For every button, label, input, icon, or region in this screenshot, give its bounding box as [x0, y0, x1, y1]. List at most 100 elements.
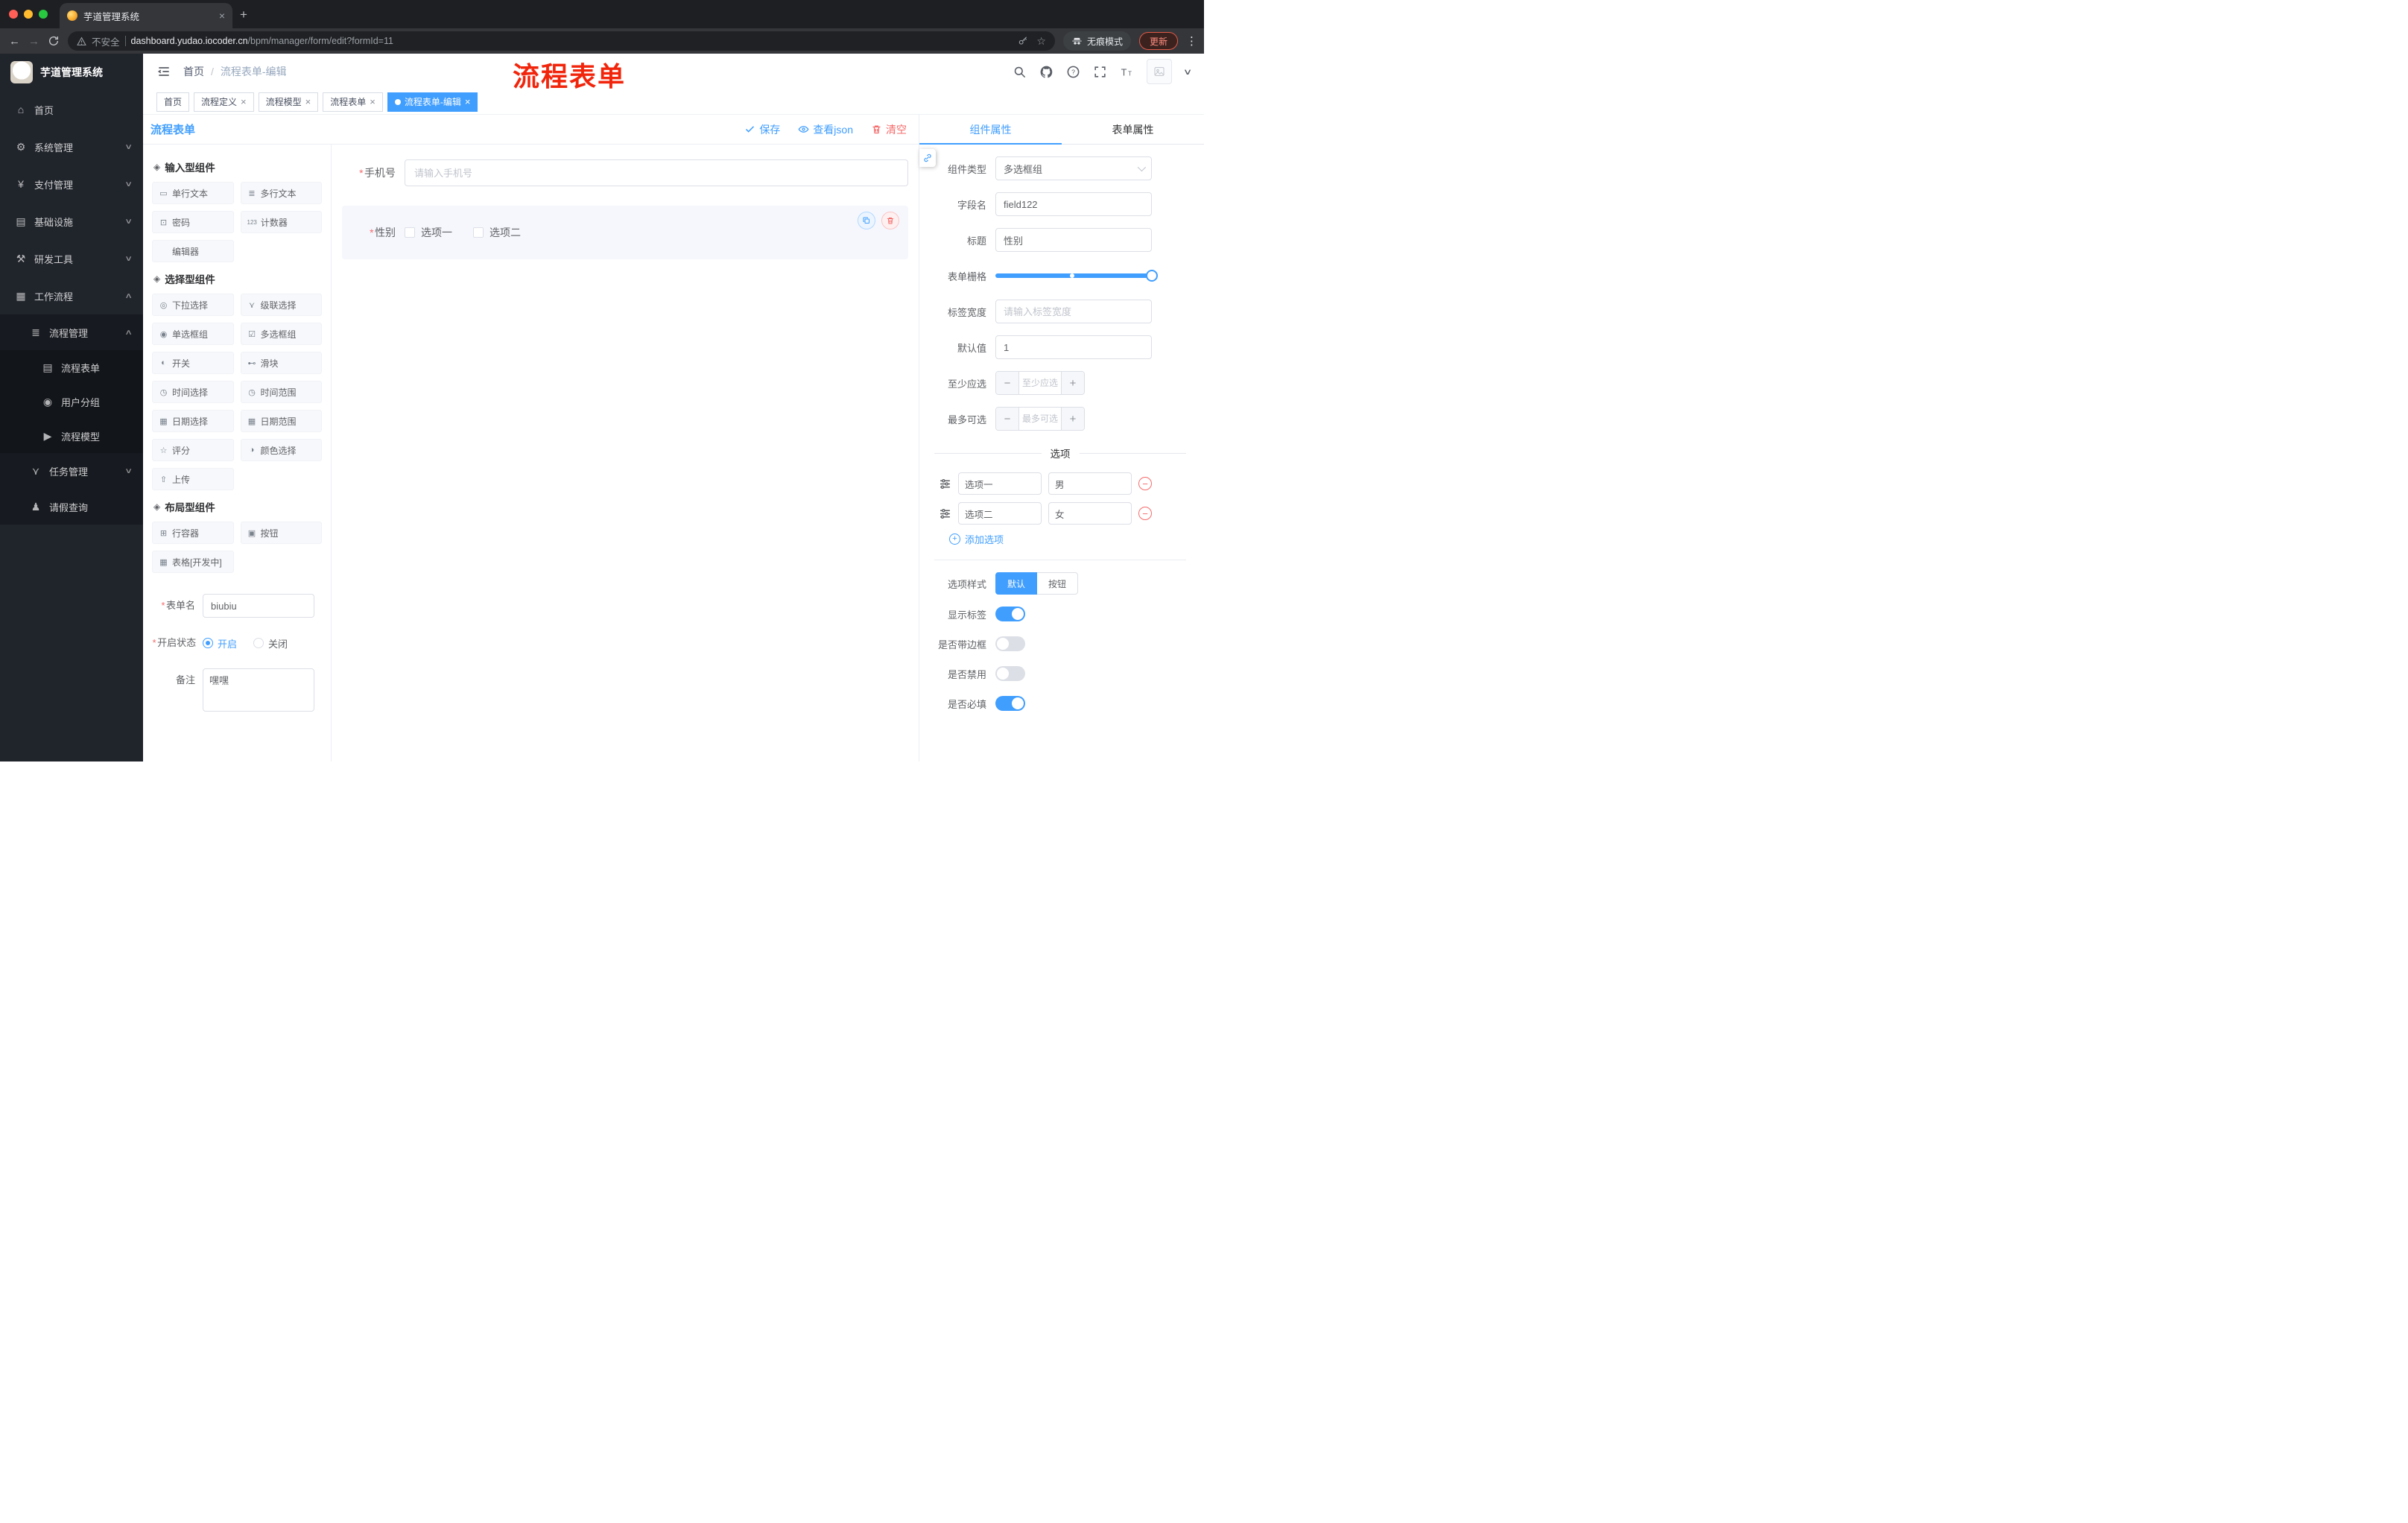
sidebar-item-process-form[interactable]: ▤ 流程表单: [0, 350, 143, 384]
fullscreen-icon[interactable]: [1093, 65, 1107, 79]
status-closed-radio[interactable]: 关闭: [253, 636, 288, 650]
field-link-icon[interactable]: [919, 149, 936, 167]
phone-input[interactable]: [405, 159, 908, 186]
close-icon[interactable]: ×: [241, 97, 247, 107]
clear-button[interactable]: 清空: [871, 122, 907, 137]
copy-field-button[interactable]: [858, 212, 875, 229]
palette-item-select[interactable]: ◎ 下拉选择: [152, 294, 234, 316]
sidebar-item-home[interactable]: ⌂ 首页: [0, 91, 143, 128]
view-json-button[interactable]: 查看json: [798, 122, 853, 137]
sidebar-item-system[interactable]: ⚙ 系统管理 ∨: [0, 128, 143, 165]
tab-close-icon[interactable]: ×: [219, 10, 225, 21]
palette-item-date-range[interactable]: ▦ 日期范围: [240, 410, 322, 432]
sidebar-item-user-group[interactable]: ◉ 用户分组: [0, 384, 143, 419]
window-zoom-button[interactable]: [39, 10, 48, 19]
remove-option-icon[interactable]: −: [1138, 477, 1152, 490]
increase-button[interactable]: +: [1062, 372, 1084, 394]
min-select-input[interactable]: [1018, 372, 1062, 394]
tab-home[interactable]: 首页: [156, 92, 190, 112]
palette-item-textarea[interactable]: ≣ 多行文本: [240, 182, 322, 204]
option-2-name-input[interactable]: [958, 502, 1042, 525]
reload-icon[interactable]: [48, 35, 60, 47]
sidebar-collapse-icon[interactable]: [156, 64, 171, 79]
tab-process-definition[interactable]: 流程定义 ×: [194, 92, 254, 112]
window-close-button[interactable]: [9, 10, 18, 19]
palette-item-checkbox-group[interactable]: ☑ 多选框组: [240, 323, 322, 345]
palette-item-row-container[interactable]: ⊞ 行容器: [152, 522, 234, 544]
sidebar-item-workflow[interactable]: ▦ 工作流程 ∧: [0, 277, 143, 314]
increase-button[interactable]: +: [1062, 408, 1084, 430]
palette-item-upload[interactable]: ⇧ 上传: [152, 468, 234, 490]
form-canvas[interactable]: * 手机号 请输入手机号 * 性别 选项一 选项二: [332, 145, 919, 762]
sidebar-item-leave-query[interactable]: ♟ 请假查询: [0, 489, 143, 525]
border-switch[interactable]: [995, 636, 1025, 651]
close-icon[interactable]: ×: [370, 97, 376, 107]
github-icon[interactable]: [1039, 65, 1054, 79]
delete-field-button[interactable]: [881, 212, 899, 229]
sidebar-item-process-model[interactable]: ▶ 流程模型: [0, 419, 143, 453]
drag-handle-icon[interactable]: [939, 507, 951, 520]
label-width-input[interactable]: [995, 300, 1152, 323]
browser-menu-icon[interactable]: ⋮: [1186, 34, 1197, 48]
password-key-icon[interactable]: [1018, 36, 1028, 46]
palette-item-counter[interactable]: 123 计数器: [240, 211, 322, 233]
palette-item-time[interactable]: ◷ 时间选择: [152, 381, 234, 403]
status-open-radio[interactable]: 开启: [203, 636, 237, 650]
title-input[interactable]: [995, 228, 1152, 252]
max-select-input[interactable]: [1018, 408, 1062, 430]
browser-tab[interactable]: 芋道管理系统 ×: [60, 3, 232, 28]
canvas-selected-field-gender[interactable]: * 性别 选项一 选项二: [342, 206, 908, 259]
option-2-value-input[interactable]: [1048, 502, 1132, 525]
sidebar-item-process-management[interactable]: ≣ 流程管理 ∧: [0, 314, 143, 350]
palette-item-text-input[interactable]: ▭ 单行文本: [152, 182, 234, 204]
forward-icon[interactable]: →: [28, 36, 39, 47]
tab-process-form-edit[interactable]: 流程表单-编辑 ×: [387, 92, 478, 112]
back-icon[interactable]: ←: [9, 36, 20, 47]
required-switch[interactable]: [995, 696, 1025, 711]
canvas-field-phone[interactable]: * 手机号: [342, 159, 908, 186]
decrease-button[interactable]: −: [996, 372, 1018, 394]
tab-component-props[interactable]: 组件属性: [919, 115, 1062, 145]
decrease-button[interactable]: −: [996, 408, 1018, 430]
remove-option-icon[interactable]: −: [1138, 507, 1152, 520]
avatar-caret-icon[interactable]: ∨: [1183, 67, 1193, 77]
palette-item-slider[interactable]: ⊷ 滑块: [240, 352, 322, 374]
tab-process-form[interactable]: 流程表单 ×: [323, 92, 383, 112]
sidebar-item-task-management[interactable]: ⋎ 任务管理 ∨: [0, 453, 143, 489]
palette-item-rate[interactable]: ☆ 评分: [152, 439, 234, 461]
palette-item-cascader[interactable]: ⋎ 级联选择: [240, 294, 322, 316]
breadcrumb-home[interactable]: 首页: [183, 64, 204, 79]
sidebar-item-payment[interactable]: ¥ 支付管理 ∨: [0, 165, 143, 203]
disabled-switch[interactable]: [995, 666, 1025, 681]
sidebar-item-infrastructure[interactable]: ▤ 基础设施 ∨: [0, 203, 143, 240]
sidebar-item-devtools[interactable]: ⚒ 研发工具 ∨: [0, 240, 143, 277]
option-1-value-input[interactable]: [1048, 472, 1132, 495]
palette-item-switch[interactable]: ◐ 开关: [152, 352, 234, 374]
palette-item-editor[interactable]: 编辑器: [152, 240, 234, 262]
gender-option-2-checkbox[interactable]: 选项二: [473, 225, 521, 240]
help-icon[interactable]: ?: [1066, 65, 1080, 79]
style-default-button[interactable]: 默认: [995, 572, 1038, 595]
palette-item-radio-group[interactable]: ◉ 单选框组: [152, 323, 234, 345]
component-type-select[interactable]: 多选框组: [995, 156, 1152, 180]
field-name-input[interactable]: [995, 192, 1152, 216]
form-grid-slider[interactable]: [995, 264, 1158, 288]
tab-process-model[interactable]: 流程模型 ×: [258, 92, 319, 112]
close-icon[interactable]: ×: [305, 97, 311, 107]
palette-item-button[interactable]: ▣ 按钮: [240, 522, 322, 544]
address-bar[interactable]: 不安全 dashboard.yudao.iocoder.cn/bpm/manag…: [68, 31, 1055, 51]
new-tab-button[interactable]: +: [240, 7, 247, 22]
slider-handle[interactable]: [1146, 270, 1158, 282]
tab-form-props[interactable]: 表单属性: [1062, 115, 1204, 144]
palette-item-color[interactable]: ◑ 颜色选择: [240, 439, 322, 461]
remark-textarea[interactable]: 嘿嘿: [203, 668, 314, 712]
avatar[interactable]: [1146, 59, 1172, 84]
palette-item-table[interactable]: ▦ 表格[开发中]: [152, 551, 234, 573]
close-icon[interactable]: ×: [465, 97, 471, 107]
browser-update-button[interactable]: 更新: [1138, 32, 1178, 50]
gender-option-1-checkbox[interactable]: 选项一: [405, 225, 452, 240]
option-1-name-input[interactable]: [958, 472, 1042, 495]
add-option-button[interactable]: + 添加选项: [949, 532, 1191, 546]
search-icon[interactable]: [1013, 65, 1027, 79]
drag-handle-icon[interactable]: [939, 478, 951, 490]
